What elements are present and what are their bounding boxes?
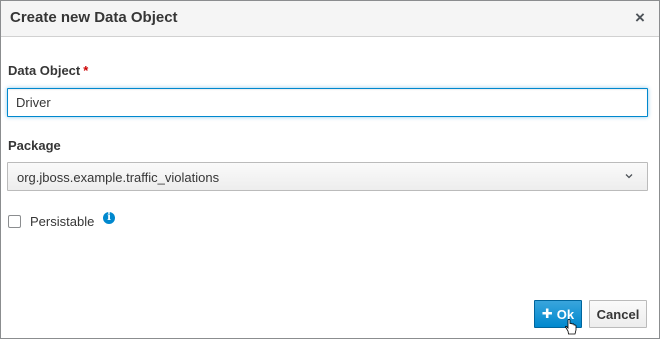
info-icon[interactable]: i <box>103 212 115 224</box>
package-select[interactable]: org.jboss.example.traffic_violations <box>7 162 648 191</box>
data-object-label-text: Data Object <box>8 63 81 78</box>
close-icon[interactable]: × <box>631 8 649 28</box>
data-object-label: Data Object * <box>8 63 88 78</box>
persistable-checkbox[interactable] <box>8 215 21 228</box>
dialog-title: Create new Data Object <box>10 9 178 26</box>
chevron-down-icon <box>625 174 633 179</box>
hand-cursor-icon <box>565 319 577 335</box>
dialog-header: Create new Data Object × <box>1 1 659 37</box>
cancel-button[interactable]: Cancel <box>589 300 647 328</box>
create-data-object-dialog: Create new Data Object × Data Object* Pa… <box>0 0 660 339</box>
data-object-input[interactable] <box>7 88 648 117</box>
required-marker: * <box>83 63 89 78</box>
plus-icon: ✚ <box>541 306 553 321</box>
package-select-value: org.jboss.example.traffic_violations <box>17 170 220 185</box>
persistable-label: Persistable <box>30 214 95 229</box>
package-label: Package <box>8 138 61 153</box>
